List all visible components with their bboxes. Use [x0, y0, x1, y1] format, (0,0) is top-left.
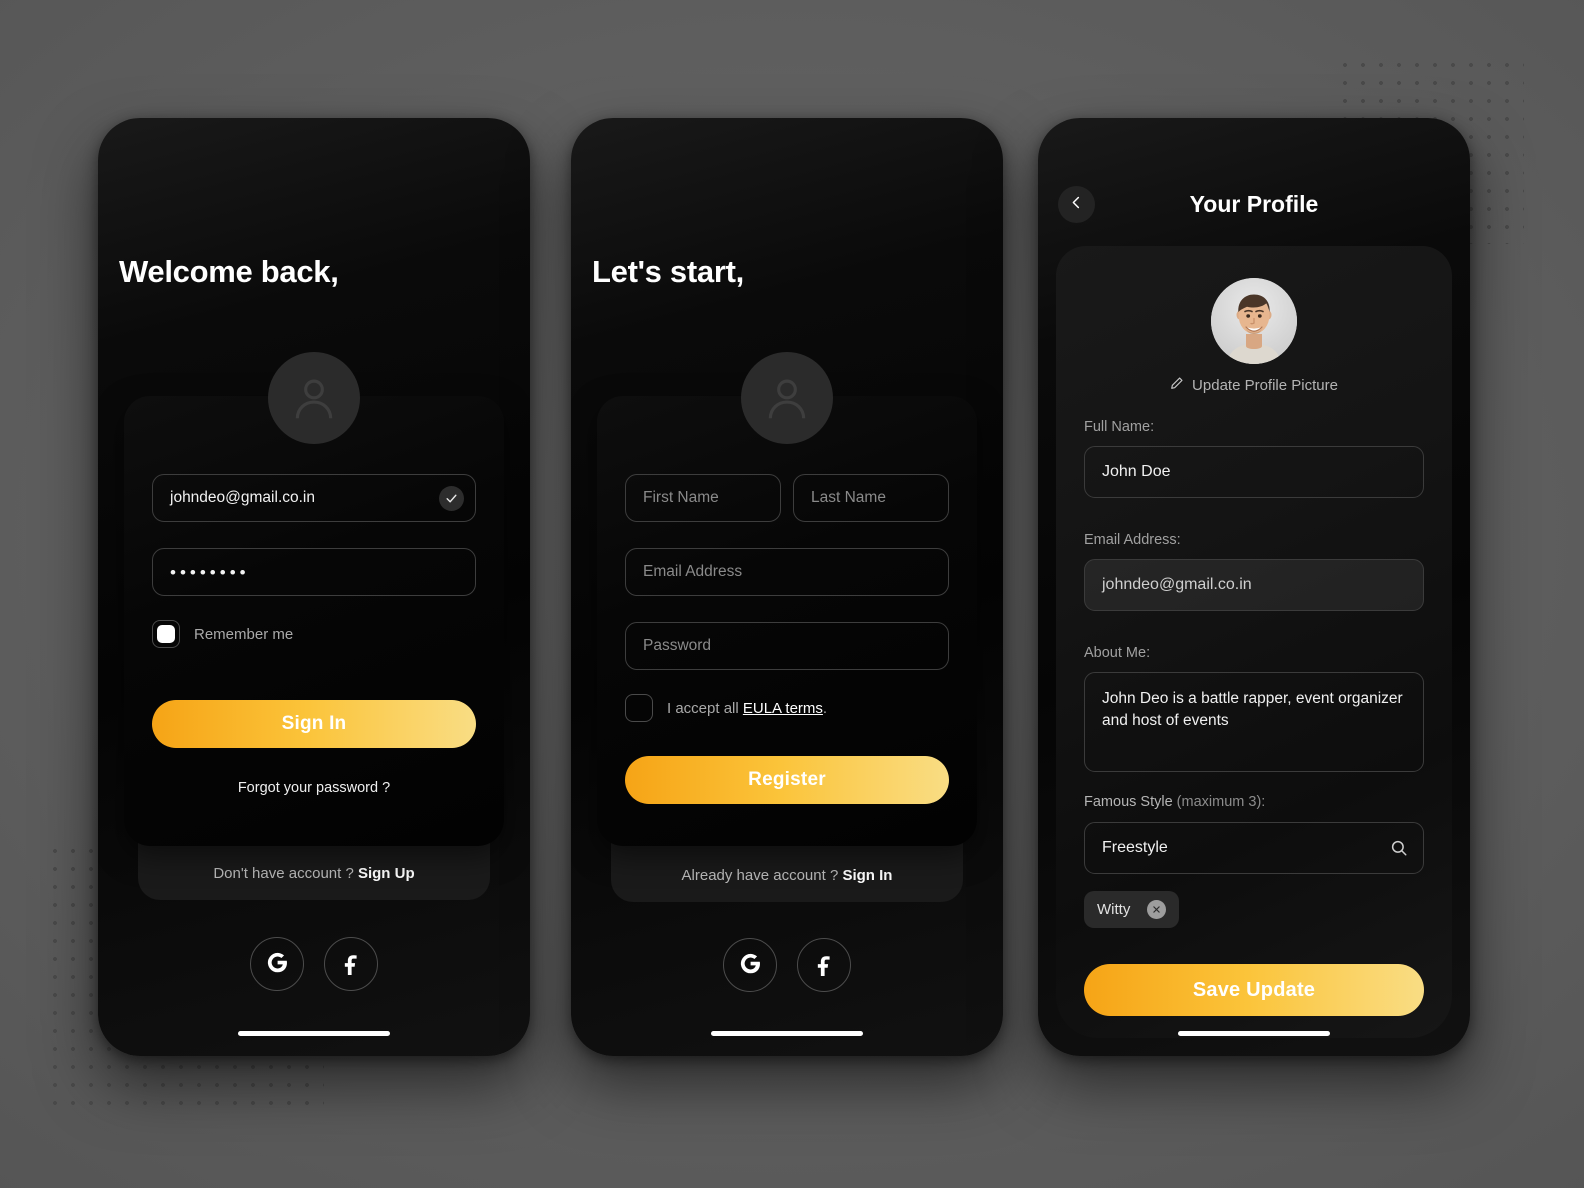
signin-headline: Welcome back,: [119, 254, 339, 289]
full-name-label: Full Name:: [1084, 419, 1155, 435]
profile-card: Update Profile Picture Full Name: John D…: [1056, 246, 1452, 1038]
famous-style-label: Famous Style (maximum 3):: [1084, 794, 1266, 810]
signup-headline: Let's start,: [592, 254, 744, 289]
signin-link[interactable]: Sign In: [842, 867, 892, 884]
signup-link[interactable]: Sign Up: [358, 865, 415, 882]
signin-social-row: [98, 937, 530, 991]
phone-screen-signin: Welcome back, Don't have account ? Sign …: [98, 118, 530, 1056]
first-name-field[interactable]: First Name: [625, 474, 781, 522]
about-me-label: About Me:: [1084, 645, 1151, 661]
remember-me-checkbox[interactable]: [152, 620, 180, 648]
phone-screen-signup: Let's start, Already have account ? Sign…: [571, 118, 1003, 1056]
signin-switch-text: Don't have account ? Sign Up: [213, 865, 415, 882]
full-name-value: John Doe: [1102, 463, 1171, 480]
chevron-left-icon: [1069, 195, 1084, 213]
facebook-icon: [812, 951, 837, 979]
profile-header: Your Profile: [1038, 181, 1470, 227]
google-icon: [265, 950, 290, 978]
update-profile-picture-button[interactable]: Update Profile Picture: [1056, 376, 1452, 394]
facebook-sign-in-button[interactable]: [324, 937, 378, 991]
password-placeholder: Password: [643, 637, 712, 654]
remember-me-label: Remember me: [194, 625, 294, 643]
email-field: johndeo@gmail.co.in: [1084, 559, 1424, 611]
forgot-password-link[interactable]: Forgot your password ?: [124, 780, 504, 796]
pencil-icon: [1170, 376, 1184, 394]
email-field[interactable]: johndeo@gmail.co.in: [152, 474, 476, 522]
page-title: Your Profile: [1189, 190, 1319, 217]
last-name-placeholder: Last Name: [811, 489, 886, 506]
signup-form-card: First Name Last Name Email Address Passw…: [597, 396, 977, 846]
full-name-field[interactable]: John Doe: [1084, 446, 1424, 498]
eula-terms-link[interactable]: EULA terms: [743, 700, 823, 717]
last-name-field[interactable]: Last Name: [793, 474, 949, 522]
email-value: johndeo@gmail.co.in: [1102, 576, 1252, 593]
password-value: ••••••••: [170, 562, 250, 582]
avatar-placeholder-icon: [268, 352, 360, 444]
style-tag-label: Witty: [1097, 901, 1131, 918]
search-icon[interactable]: [1390, 839, 1408, 857]
register-button[interactable]: Register: [625, 756, 949, 804]
home-indicator: [238, 1031, 390, 1036]
signup-social-row: [571, 938, 1003, 992]
email-verified-check-icon: [439, 485, 464, 511]
sign-in-button[interactable]: Sign In: [152, 700, 476, 748]
home-indicator: [1178, 1031, 1330, 1036]
update-profile-picture-label: Update Profile Picture: [1192, 376, 1338, 394]
email-placeholder: Email Address: [643, 563, 743, 580]
style-tag-witty[interactable]: Witty: [1084, 891, 1180, 928]
home-indicator: [711, 1031, 863, 1036]
about-me-value: John Deo is a battle rapper, event organ…: [1102, 690, 1403, 729]
back-button[interactable]: [1058, 185, 1095, 223]
accept-terms-label: I accept all EULA terms.: [667, 699, 828, 717]
email-value: johndeo@gmail.co.in: [170, 489, 315, 506]
email-label: Email Address:: [1084, 532, 1181, 548]
first-name-placeholder: First Name: [643, 489, 719, 506]
google-sign-up-button[interactable]: [723, 938, 777, 992]
email-field[interactable]: Email Address: [625, 548, 949, 596]
signup-switch-text: Already have account ? Sign In: [681, 867, 893, 884]
famous-style-value: Freestyle: [1102, 839, 1168, 856]
remove-tag-icon[interactable]: [1147, 900, 1167, 919]
remember-me-row[interactable]: Remember me: [152, 620, 293, 648]
accept-terms-row[interactable]: I accept all EULA terms.: [625, 694, 827, 722]
signin-form-card: johndeo@gmail.co.in •••••••• Remember me…: [124, 396, 504, 846]
dot-pattern-bottom-left-vertical: [42, 838, 102, 1108]
google-icon: [738, 951, 763, 979]
save-update-button[interactable]: Save Update: [1084, 964, 1424, 1016]
password-field[interactable]: Password: [625, 622, 949, 670]
about-me-field[interactable]: John Deo is a battle rapper, event organ…: [1084, 672, 1424, 772]
facebook-sign-up-button[interactable]: [797, 938, 851, 992]
accept-terms-checkbox[interactable]: [625, 694, 653, 722]
facebook-icon: [339, 950, 364, 978]
avatar-placeholder-icon: [741, 352, 833, 444]
google-sign-in-button[interactable]: [250, 937, 304, 991]
avatar[interactable]: [1211, 278, 1297, 364]
password-field[interactable]: ••••••••: [152, 548, 476, 596]
famous-style-search-field[interactable]: Freestyle: [1084, 822, 1424, 874]
phone-screen-profile: Your Profile Update Profile Picture Full…: [1038, 118, 1470, 1056]
